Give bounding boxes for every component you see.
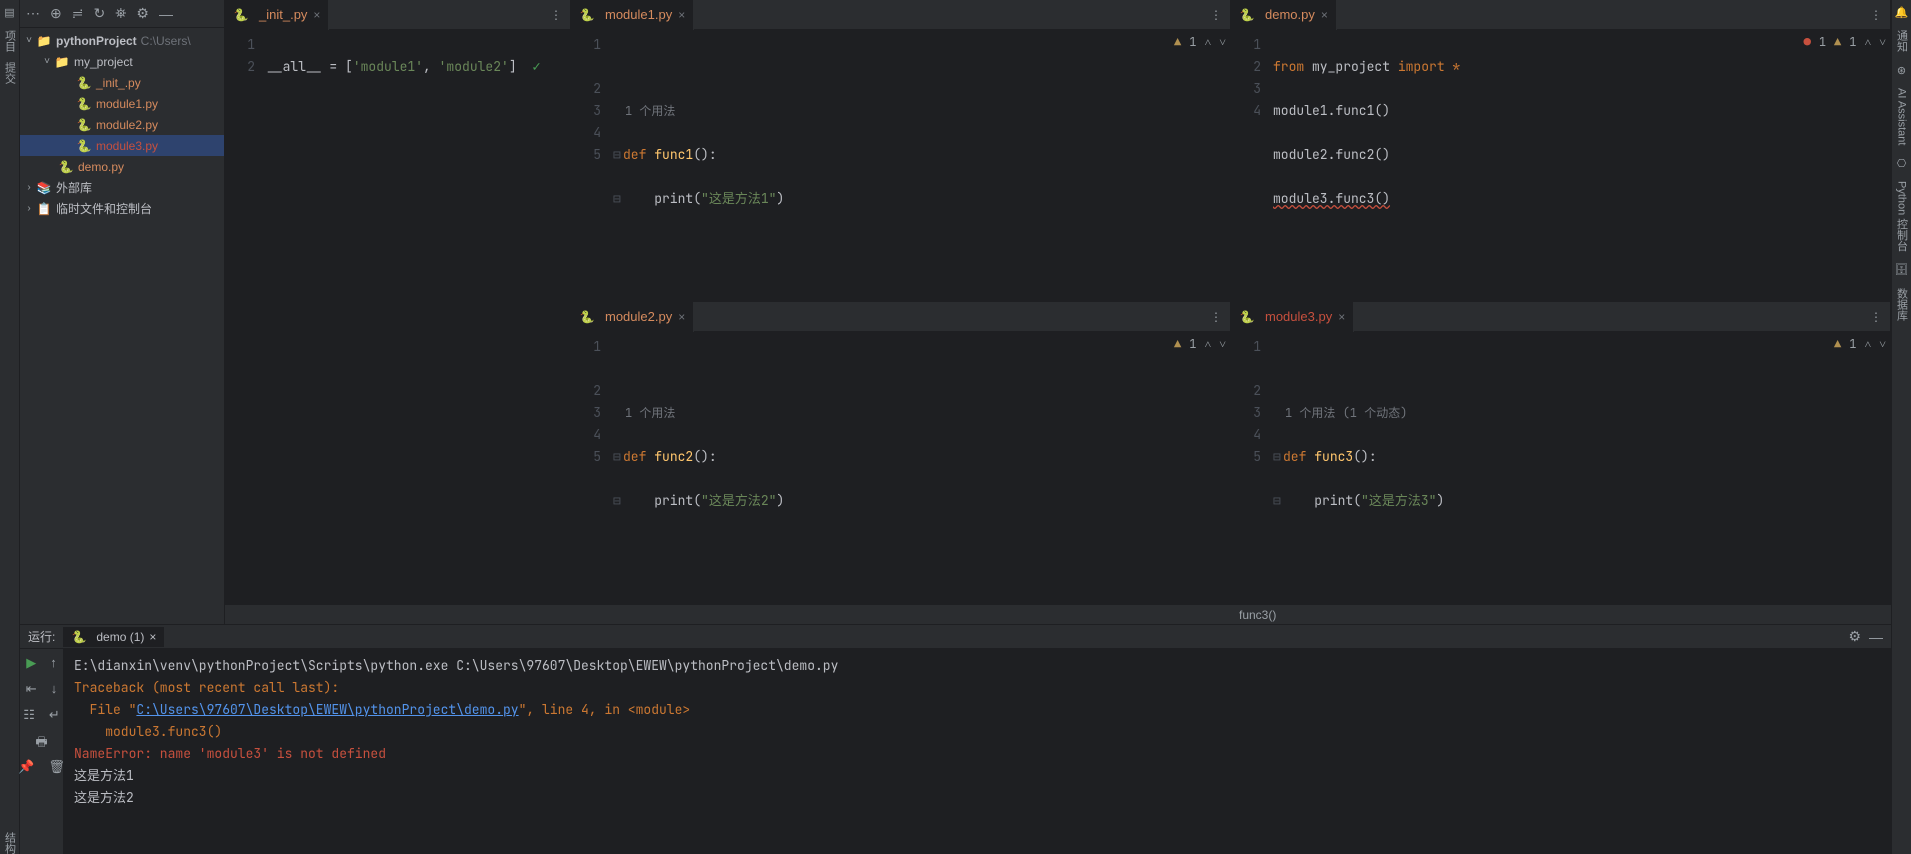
prev-icon[interactable]: ˄ [1864,336,1871,352]
warning-icon[interactable]: ▲ [1834,34,1841,50]
right-label-notify[interactable]: 通知 [1894,30,1910,52]
tab-menu-icon[interactable]: ⋮ [1862,8,1890,22]
right-label-db[interactable]: 数据库 [1894,288,1910,321]
tree-scratches[interactable]: ›📋 临时文件和控制台 [20,198,224,219]
usage-hint[interactable]: 1 个用法 (1 个动态) [1273,402,1882,424]
toolbar-target-icon[interactable]: ⛯ [115,5,126,22]
next-icon[interactable]: ˅ [1219,336,1226,352]
prev-icon[interactable]: ˄ [1204,336,1211,352]
project-sidebar: ⋯ ⊕ ≓ ↻ ⛯ ⚙ — ˅📁 pythonProject C:\Users\… [20,0,225,624]
project-icon[interactable]: ▤ [2,4,18,20]
down-icon[interactable]: ↓ [51,681,58,699]
tab-menu-icon[interactable]: ⋮ [542,8,570,22]
tree-init[interactable]: 🐍_init_.py [20,72,224,93]
close-icon[interactable]: × [678,8,685,22]
tree-module1[interactable]: 🐍module1.py [20,93,224,114]
run-tab[interactable]: 🐍 demo (1) × [63,627,164,647]
tab-menu-icon[interactable]: ⋮ [1202,8,1230,22]
tree-demo[interactable]: 🐍demo.py [20,156,224,177]
error-icon[interactable]: ● [1804,34,1811,50]
error-file-link[interactable]: C:\Users\97607\Desktop\EWEW\pythonProjec… [136,701,518,718]
close-icon[interactable]: × [313,8,320,22]
run-label: 运行: [28,628,55,645]
tab-module1[interactable]: 🐍 module1.py × [571,0,694,30]
run-icon[interactable]: ▶ [26,655,36,673]
tree-my-project[interactable]: ˅📁 my_project [20,51,224,72]
layout-icon[interactable]: ☷ [23,707,35,725]
tree-project-root[interactable]: ˅📁 pythonProject C:\Users\ [20,30,224,51]
gear-icon[interactable]: ⚙ [1848,628,1861,645]
code-body[interactable]: 1 个用法 ⊟def func2(): ⊟ print("这是方法2") [609,332,1230,603]
tab-menu-icon[interactable]: ⋮ [1202,310,1230,324]
tab-module3[interactable]: 🐍 module3.py × [1231,302,1354,332]
next-icon[interactable]: ˅ [1879,336,1886,352]
tab-module2[interactable]: 🐍 module2.py × [571,302,694,332]
editor-module1: 🐍 module1.py × ⋮ 12345 1 个用法 ⊟def func1(… [571,0,1231,302]
editor-module3: 🐍 module3.py × ⋮ 12345 1 个用法 (1 个动态) ⊟de… [1231,302,1891,604]
python-console-icon[interactable]: ⎔ [1894,155,1910,171]
code-body[interactable]: __all__ = ['module1', 'module2'] ✓ [263,30,570,603]
warning-icon[interactable]: ▲ [1834,336,1841,352]
tree-module3[interactable]: 🐍module3.py [20,135,224,156]
project-tree: ˅📁 pythonProject C:\Users\ ˅📁 my_project… [20,28,224,624]
toolbar-more-icon[interactable]: ⋯ [26,5,40,22]
next-icon[interactable]: ˅ [1219,34,1226,50]
editor-module2: 🐍 module2.py × ⋮ 12345 1 个用法 ⊟def func2(… [571,302,1231,604]
tree-module2[interactable]: 🐍module2.py [20,114,224,135]
code-body[interactable]: from my_project import * module1.func1()… [1269,30,1890,301]
right-label-ai[interactable]: AI Assistant [1896,88,1908,145]
toolbar-minimize-icon[interactable]: — [159,6,173,22]
toolbar-add-icon[interactable]: ⊕ [50,5,62,22]
stop-icon[interactable]: ⇤ [26,681,37,699]
editor-grid: 🐍 _init_.py × ⋮ 12 __all__ = ['module1',… [225,0,1891,624]
left-label-project[interactable]: 项目 [2,30,18,52]
editor-init: 🐍 _init_.py × ⋮ 12 __all__ = ['module1',… [225,0,571,604]
tab-menu-icon[interactable]: ⋮ [1862,310,1890,324]
tab-demo[interactable]: 🐍 demo.py × [1231,0,1337,30]
run-toolbar: ▶ ↑ ⇤ ↓ ☷ ↵ 🖶 📌 🗑 [20,649,64,854]
run-panel: 运行: 🐍 demo (1) × ⚙ — ▶ ↑ ⇤ ↓ ☷ ↵ 🖶 📌 🗑 E:\di… [20,624,1891,854]
left-label-structure[interactable]: 结构 [2,832,18,854]
ai-icon[interactable]: ⊛ [1894,62,1910,78]
print-icon[interactable]: 🖶 [35,733,47,751]
gutter: 12 [225,30,263,603]
toolbar-refresh-icon[interactable]: ↻ [93,5,105,22]
warning-icon[interactable]: ▲ [1174,336,1181,352]
prev-icon[interactable]: ˄ [1864,34,1871,50]
toolbar-collapse-icon[interactable]: ≓ [72,5,84,22]
usage-hint[interactable]: 1 个用法 [613,402,1222,424]
warning-icon[interactable]: ▲ [1174,34,1181,50]
breadcrumb-empty [225,604,1231,624]
prev-icon[interactable]: ˄ [1204,34,1211,50]
console-output[interactable]: E:\dianxin\venv\pythonProject\Scripts\py… [64,649,1891,854]
wrap-icon[interactable]: ↵ [49,707,60,725]
code-body[interactable]: 1 个用法 ⊟def func1(): ⊟ print("这是方法1") [609,30,1230,301]
close-icon[interactable]: × [149,630,156,644]
left-label-commit[interactable]: 提交 [2,62,18,84]
trash-icon[interactable]: 🗑 [48,759,65,777]
code-body[interactable]: 1 个用法 (1 个动态) ⊟def func3(): ⊟ print("这是方… [1269,332,1890,603]
close-icon[interactable]: × [1338,310,1345,324]
breadcrumb[interactable]: func3() [1231,604,1891,624]
right-label-pyconsole[interactable]: Python 控制台 [1894,181,1910,251]
database-icon[interactable]: 🗄 [1894,262,1910,278]
editor-demo: 🐍 demo.py × ⋮ 1234 from my_project impor… [1231,0,1891,302]
next-icon[interactable]: ˅ [1879,34,1886,50]
bell-icon[interactable]: 🔔 [1894,4,1910,20]
toolbar-gear-icon[interactable]: ⚙ [136,5,149,22]
tree-external-libs[interactable]: ›📚 外部库 [20,177,224,198]
tab-init[interactable]: 🐍 _init_.py × [225,0,329,30]
up-icon[interactable]: ↑ [50,655,57,673]
close-icon[interactable]: × [1321,8,1328,22]
pin-icon[interactable]: 📌 [18,759,34,777]
sidebar-toolbar: ⋯ ⊕ ≓ ↻ ⛯ ⚙ — [20,0,224,28]
left-tool-strip: ▤ 项目 提交 结构 [0,0,20,854]
close-icon[interactable]: × [678,310,685,324]
minimize-icon[interactable]: — [1869,629,1883,645]
usage-hint[interactable]: 1 个用法 [613,100,1222,122]
right-tool-strip: 🔔 通知 ⊛ AI Assistant ⎔ Python 控制台 🗄 数据库 [1891,0,1911,854]
check-icon: ✓ [532,58,540,76]
